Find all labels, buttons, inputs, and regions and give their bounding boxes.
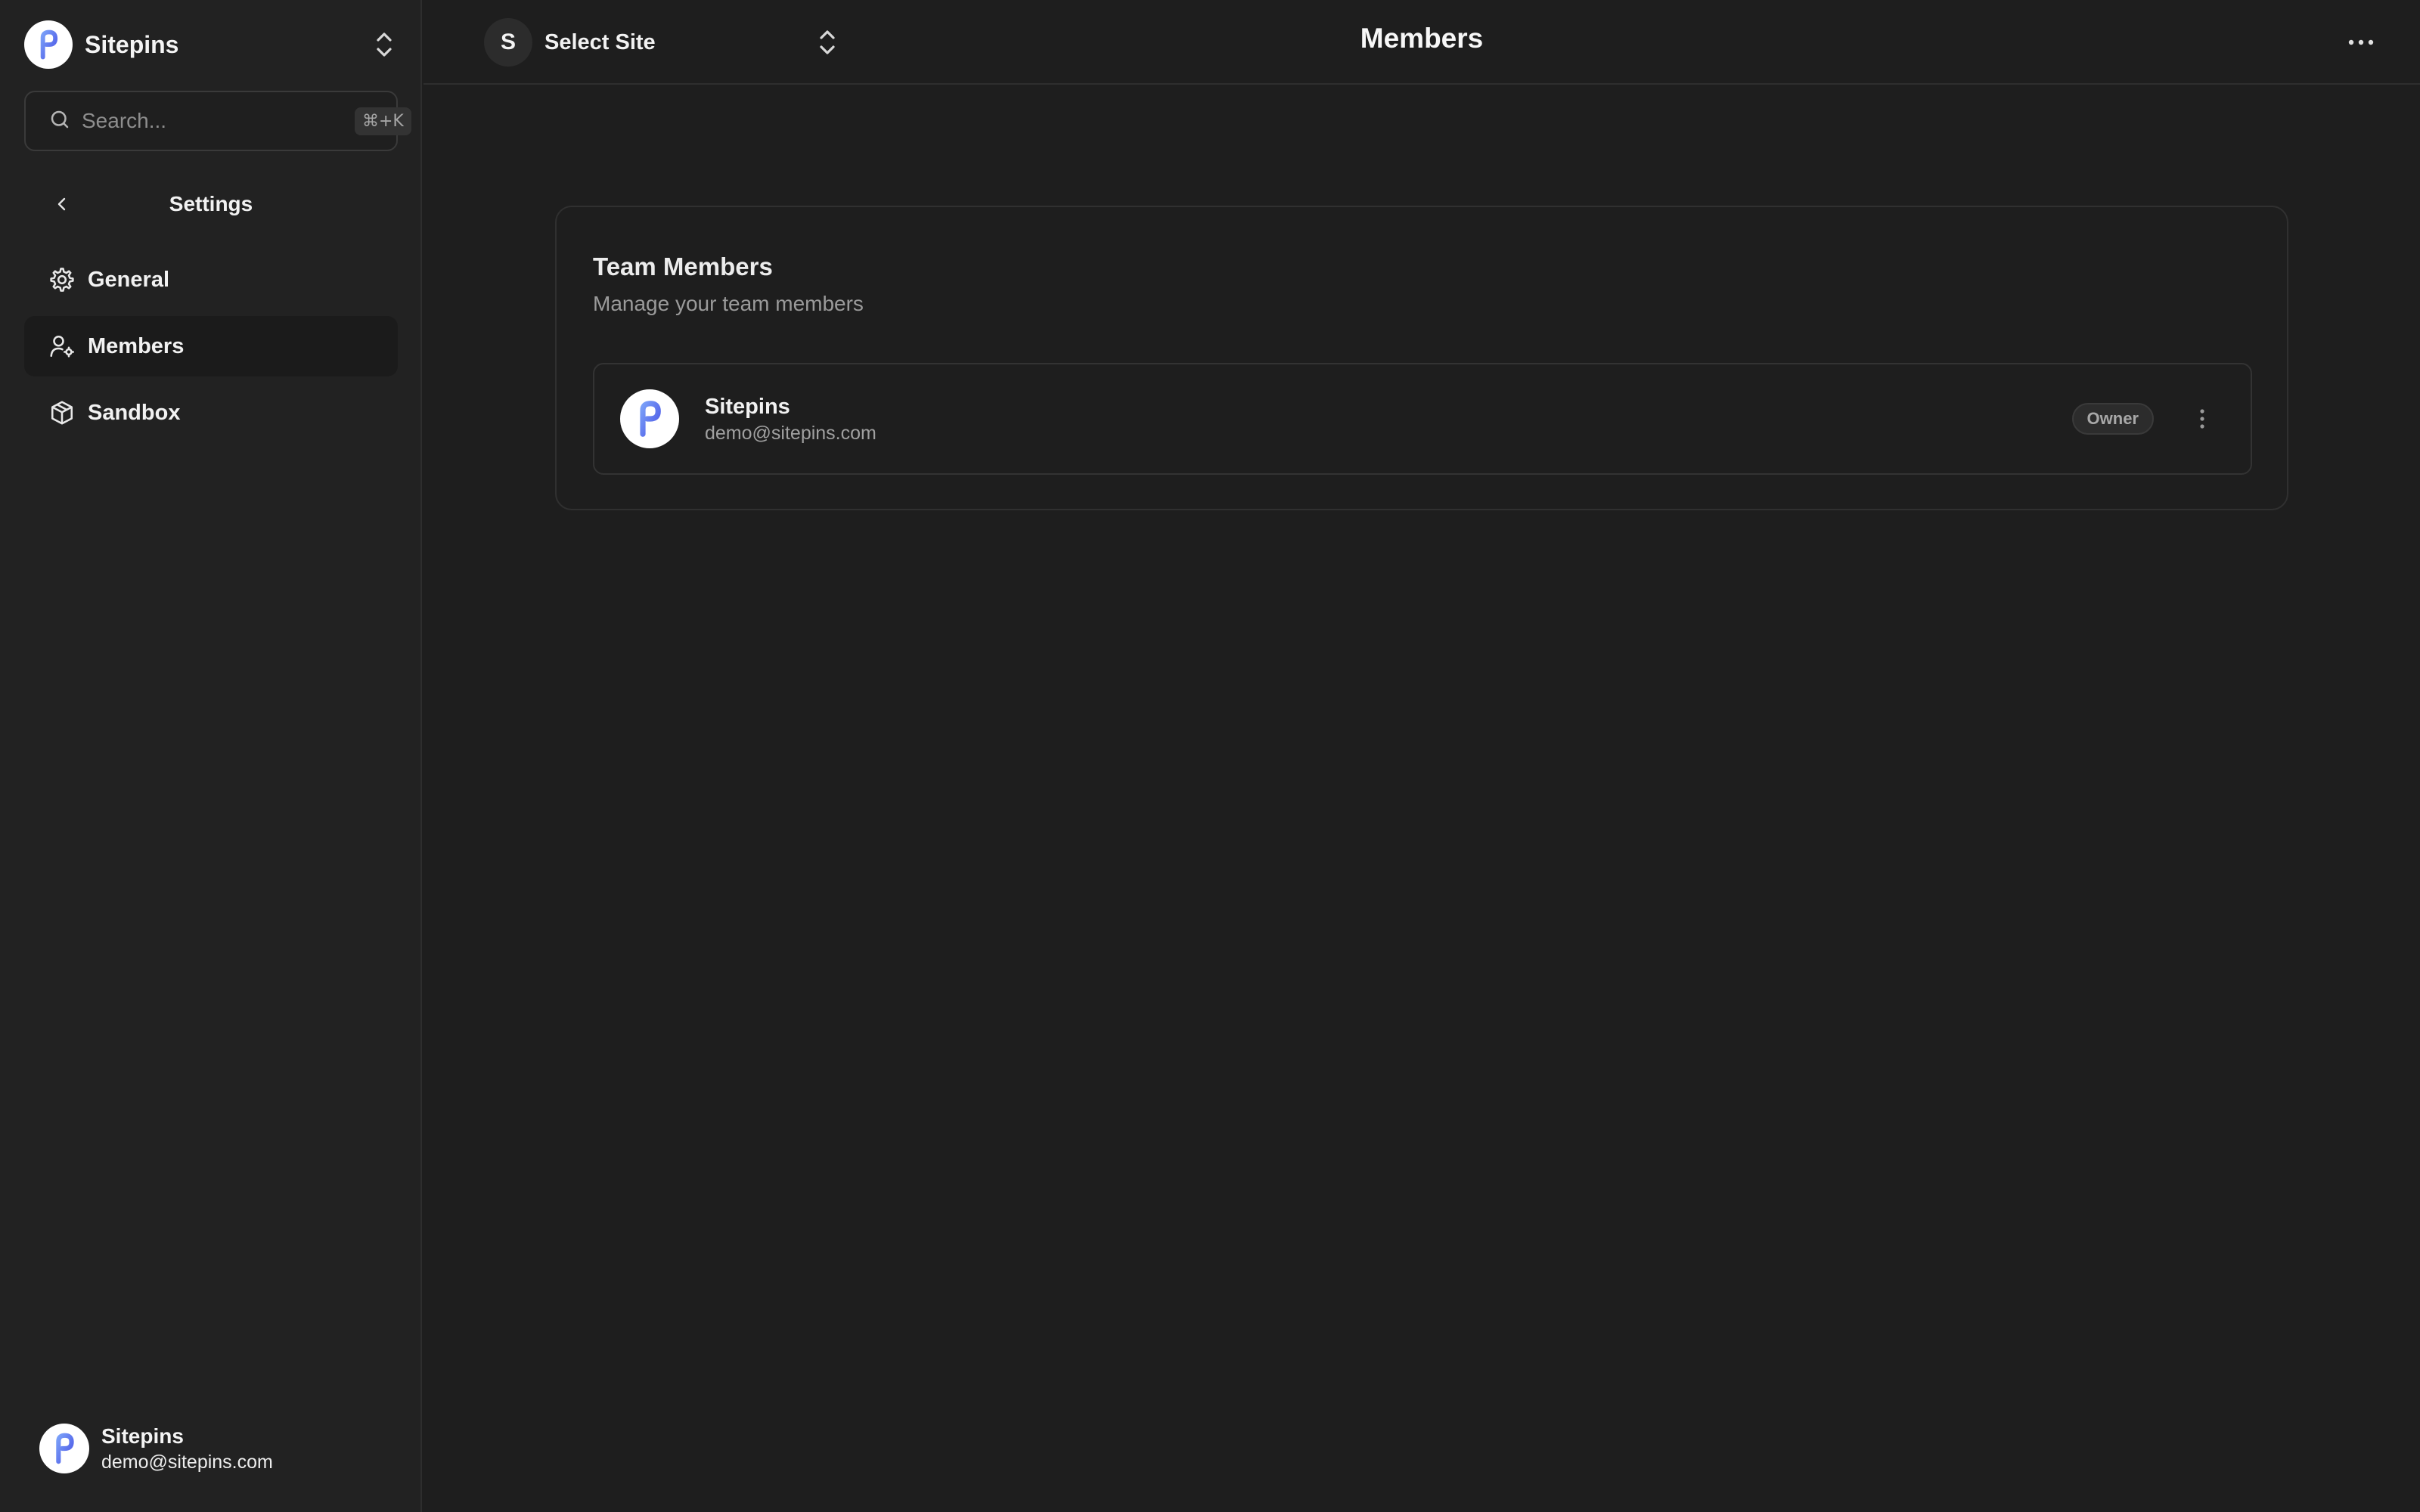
- avatar: [39, 1424, 89, 1473]
- member-email: demo@sitepins.com: [705, 423, 876, 444]
- sidebar-item-label: General: [88, 267, 169, 292]
- user-profile[interactable]: Sitepins demo@sitepins.com: [39, 1423, 273, 1474]
- user-cog-icon: [47, 331, 77, 361]
- card-title: Team Members: [593, 253, 773, 280]
- user-name: Sitepins: [101, 1424, 184, 1448]
- card-subtitle: Manage your team members: [593, 292, 864, 315]
- user-email: demo@sitepins.com: [101, 1452, 273, 1473]
- settings-nav: General Members Sandbox: [24, 249, 398, 449]
- search-box[interactable]: ⌘+K: [24, 91, 411, 151]
- settings-title: Settings: [169, 192, 253, 215]
- back-button[interactable]: [47, 189, 77, 219]
- sidebar-item-label: Sandbox: [88, 400, 181, 425]
- search-input[interactable]: [82, 109, 355, 133]
- member-name: Sitepins: [705, 395, 790, 419]
- search-shortcut: ⌘+K: [355, 107, 411, 135]
- search-icon: [48, 108, 71, 135]
- sitepins-logo: [24, 20, 73, 69]
- settings-header: Settings: [24, 181, 398, 227]
- member-row: Sitepins demo@sitepins.com Owner: [593, 363, 2252, 475]
- sidebar-item-label: Members: [88, 333, 185, 358]
- sidebar-item-sandbox[interactable]: Sandbox: [24, 383, 398, 443]
- more-options-button[interactable]: [2344, 27, 2378, 57]
- avatar: [620, 389, 679, 448]
- site-selector-label: Select Site: [544, 29, 656, 54]
- app-window: Sitepins ⌘+K Settings: [0, 0, 2420, 1512]
- more-horizontal-icon: [2348, 39, 2374, 45]
- sidebar-item-members[interactable]: Members: [24, 316, 398, 376]
- role-badge: Owner: [2071, 403, 2154, 435]
- gear-icon: [47, 265, 77, 295]
- workspace-switcher[interactable]: Sitepins: [24, 20, 398, 70]
- site-selector[interactable]: S Select Site: [484, 18, 1210, 67]
- team-members-card: Team Members Manage your team members Si…: [555, 206, 2288, 510]
- sidebar: Sitepins ⌘+K Settings: [0, 0, 422, 1512]
- member-actions-button[interactable]: [2187, 404, 2217, 434]
- chevron-left-icon: [57, 197, 66, 211]
- chevrons-up-down-icon: [371, 31, 398, 58]
- box-icon: [47, 398, 77, 428]
- sidebar-item-general[interactable]: General: [24, 249, 398, 310]
- site-avatar: S: [484, 18, 532, 67]
- more-vertical-icon: [2200, 409, 2204, 429]
- topbar: S Select Site Members: [424, 0, 2420, 85]
- workspace-name: Sitepins: [85, 30, 179, 58]
- chevrons-up-down-icon: [817, 29, 844, 56]
